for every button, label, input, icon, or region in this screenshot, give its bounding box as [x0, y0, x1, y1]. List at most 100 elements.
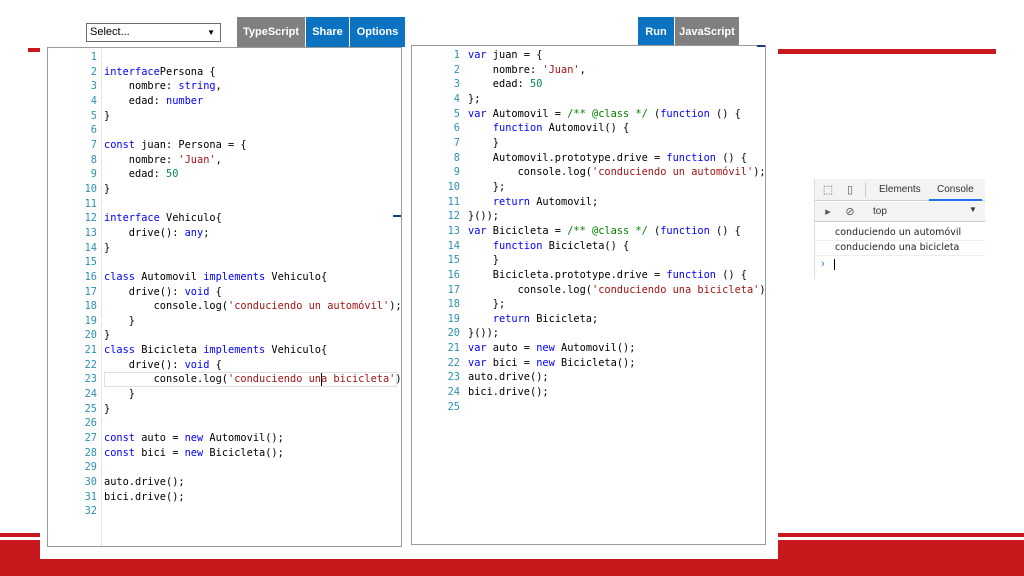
chevron-down-icon: ▼ [207, 28, 215, 37]
code-text: } [104, 402, 110, 417]
line-number: 6 [90, 124, 97, 137]
code-line: 22 var bici = new Bicicleta(); [412, 356, 765, 371]
code-line: 12 interface Vehiculo{ [48, 211, 401, 226]
code-line: 19 } [48, 314, 401, 329]
code-token: () { [709, 224, 741, 237]
code-token: ); [389, 300, 402, 313]
code-text: auto.drive(); [468, 370, 549, 385]
clear-console-icon[interactable]: ⊘ [843, 205, 857, 219]
run-button[interactable]: Run [638, 17, 674, 47]
code-line: 13 drive(): any; [48, 226, 401, 241]
line-number: 16 [84, 270, 97, 283]
code-line: 6 [48, 123, 401, 138]
example-select-value: Select... [90, 26, 130, 38]
console-toolbar: ▸ ⊘ top ▼ [815, 202, 985, 222]
line-number: 21 [447, 342, 460, 355]
code-line: 25} [48, 402, 401, 417]
code-token: Vehiculo{ [159, 212, 222, 225]
code-line: 8 Automovil.prototype.drive = function (… [412, 151, 765, 166]
console-input[interactable] [834, 259, 835, 270]
code-token: bici.drive(); [104, 490, 185, 503]
code-token: nombre: [104, 80, 179, 93]
share-button[interactable]: Share [306, 17, 349, 47]
code-line: 4 edad: number [48, 94, 401, 109]
code-text: bici.drive(); [104, 490, 185, 505]
code-text: var Bicicleta = /** @class */ (function … [468, 224, 741, 239]
line-number: 15 [447, 254, 460, 267]
code-token: void [184, 358, 210, 371]
code-token: new [536, 342, 555, 355]
console-message: conduciendo una bicicleta [835, 242, 960, 253]
code-line: 29 [48, 460, 401, 475]
code-token: drive(): [104, 226, 185, 239]
line-number: 1 [90, 51, 97, 63]
code-line: 1 [48, 50, 401, 65]
javascript-button[interactable]: JavaScript [675, 17, 739, 47]
code-token: const [104, 138, 135, 151]
code-line: 31 bici.drive(); [48, 490, 401, 505]
inspect-element-icon[interactable]: ⬚ [821, 183, 835, 197]
code-line: 3 nombre: string, [48, 79, 401, 94]
tab-console[interactable]: Console [929, 179, 982, 201]
code-line: 30 auto.drive(); [48, 475, 401, 490]
javascript-output[interactable]: 1 var juan = {2 nombre: 'Juan', 3 edad: 50… [411, 45, 766, 545]
code-text: }; [468, 180, 505, 195]
code-token: ); [759, 283, 766, 296]
code-token: var [468, 49, 487, 61]
options-button[interactable]: Options [350, 17, 405, 47]
device-toggle-icon[interactable]: ▯ [843, 183, 857, 197]
code-text: const auto = new Automovil(); [104, 431, 284, 446]
line-number: 2 [90, 65, 97, 78]
code-text: auto.drive(); [104, 475, 185, 490]
line-number: 30 [84, 476, 97, 489]
code-token: edad: [468, 78, 530, 91]
code-token: } [104, 314, 135, 327]
code-token: Automovil() { [542, 122, 630, 135]
typescript-code: 1 2 interfacePersona {3 nombre: string, 4 e… [48, 50, 401, 519]
code-line: 26 [48, 416, 401, 431]
chevron-down-icon[interactable]: ▼ [969, 205, 977, 214]
code-text: drive(): any; [104, 226, 210, 241]
code-text: const juan: Persona = { [104, 138, 247, 153]
code-token: () { [709, 107, 741, 120]
code-token: new [536, 356, 555, 369]
code-line: 12}()); [412, 209, 765, 224]
code-line: 21 var auto = new Automovil(); [412, 341, 765, 356]
sidebar-toggle-icon[interactable]: ▸ [821, 205, 835, 219]
code-line: 4}; [412, 92, 765, 107]
line-number: 8 [453, 151, 460, 164]
example-select[interactable]: Select... ▼ [86, 23, 221, 42]
code-token: Bicicleta [135, 344, 204, 357]
code-token: 'conduciendo un automóvil' [228, 300, 390, 313]
code-token: Bicicleta() { [542, 239, 630, 252]
code-token: return [492, 195, 531, 208]
line-number: 18 [84, 300, 97, 313]
code-token: new [184, 432, 204, 445]
line-number: 12 [84, 212, 97, 225]
devtools-panel: ⬚ ▯ Elements Console ▸ ⊘ top ▼ conducien… [814, 179, 985, 279]
code-line: 24 } [48, 387, 401, 402]
code-text: drive(): void { [104, 285, 222, 300]
typescript-button[interactable]: TypeScript [237, 17, 305, 47]
code-token: 50 [166, 168, 179, 181]
code-token: console.log( [468, 283, 592, 296]
code-line: 11 [48, 197, 401, 212]
context-select[interactable]: top [873, 206, 887, 217]
code-token: var [468, 342, 487, 355]
code-line: 18 }; [412, 297, 765, 312]
code-token: } [104, 241, 111, 254]
code-line: 28 const bici = new Bicicleta(); [48, 446, 401, 461]
line-number: 17 [447, 283, 460, 296]
code-token: } [104, 388, 135, 401]
code-line: 23 auto.drive(); [412, 370, 765, 385]
code-text: edad: number [104, 94, 203, 109]
typescript-editor[interactable]: 1 2 interfacePersona {3 nombre: string, 4 e… [47, 47, 402, 547]
code-token: implements [203, 344, 266, 357]
line-number: 25 [84, 402, 97, 415]
tab-elements[interactable]: Elements [879, 179, 921, 201]
code-line: 1 var juan = { [412, 48, 765, 63]
devtools-tabbar: ⬚ ▯ Elements Console [815, 179, 985, 201]
line-number: 17 [84, 285, 97, 298]
code-line: 10 }; [412, 180, 765, 195]
